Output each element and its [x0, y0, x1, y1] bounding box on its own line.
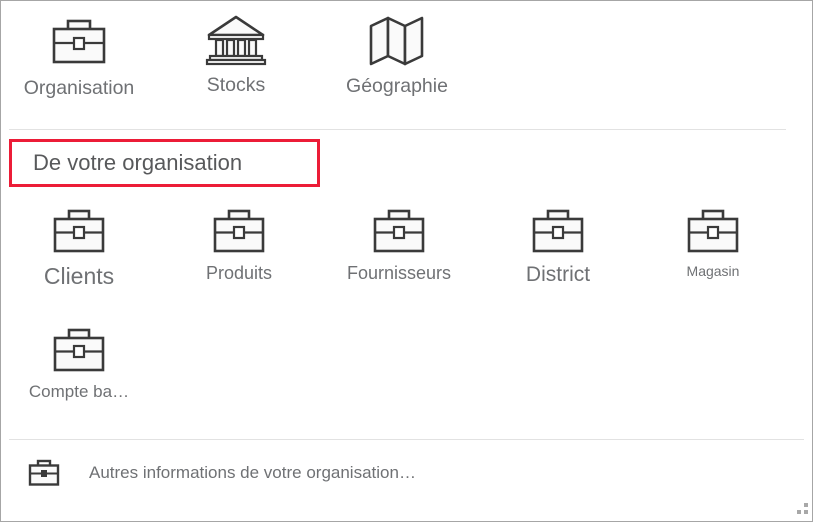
category-label: Organisation	[23, 77, 135, 99]
briefcase-icon	[324, 207, 474, 263]
briefcase-icon	[483, 207, 633, 263]
more-info-label: Autres informations de votre organisatio…	[89, 463, 416, 482]
resize-grip-icon[interactable]	[794, 503, 808, 517]
entity-label: Fournisseurs	[346, 263, 452, 283]
more-info-row[interactable]: Autres informations de votre organisatio…	[1, 449, 812, 497]
category-geographie[interactable]: Géographie	[317, 13, 477, 98]
entity-tile[interactable]: Fournisseurs	[324, 207, 474, 284]
briefcase-icon	[164, 207, 314, 263]
divider-bottom	[9, 439, 804, 440]
briefcase-icon	[4, 207, 154, 263]
category-label: Stocks	[206, 74, 266, 96]
entity-label: Compte ba…	[28, 382, 130, 401]
entity-label: District	[525, 263, 591, 286]
section-header-title: De votre organisation	[33, 150, 243, 175]
bank-icon	[156, 12, 316, 74]
grip-dot	[804, 510, 808, 514]
briefcase-icon	[1, 15, 159, 77]
entity-label: Produits	[205, 263, 273, 283]
entity-label: Magasin	[686, 263, 740, 279]
insert-field-window: Organisation Stocks Géographie De votre …	[0, 0, 813, 522]
entity-tile[interactable]: Magasin	[638, 207, 788, 279]
category-stocks[interactable]: Stocks	[156, 12, 316, 97]
grip-dot	[804, 503, 808, 507]
briefcase-icon	[638, 207, 788, 263]
grip-dot	[797, 510, 801, 514]
entity-label: Clients	[43, 263, 115, 289]
entity-tile[interactable]: Compte ba…	[4, 326, 154, 402]
entity-tile[interactable]: Produits	[164, 207, 314, 284]
category-organisation[interactable]: Organisation	[1, 15, 159, 100]
entity-tile[interactable]: Clients	[4, 207, 154, 290]
briefcase-icon	[27, 459, 61, 487]
category-label: Géographie	[346, 75, 448, 97]
category-strip: Organisation Stocks Géographie	[1, 1, 812, 123]
entity-tile[interactable]: District	[483, 207, 633, 287]
map-icon	[317, 13, 477, 75]
divider-top	[9, 129, 786, 130]
briefcase-icon	[4, 326, 154, 382]
